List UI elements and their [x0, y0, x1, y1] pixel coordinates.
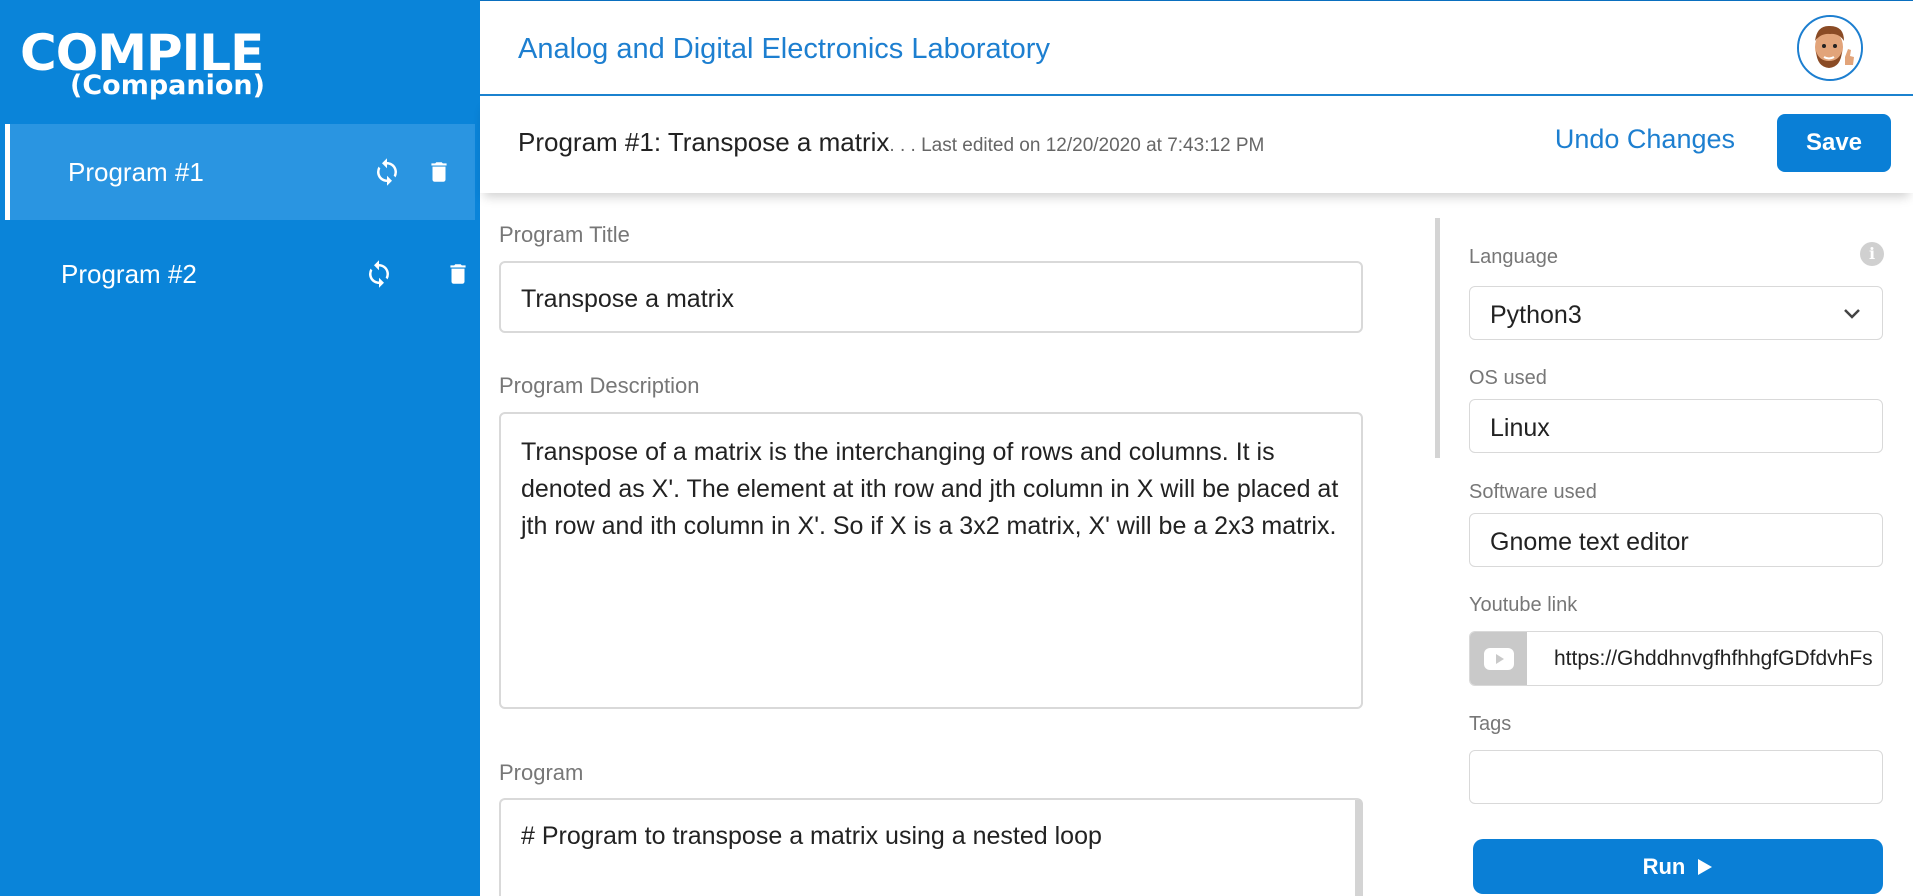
info-icon[interactable]: i — [1860, 242, 1884, 266]
tags-label: Tags — [1469, 713, 1512, 735]
run-button-label: Run — [1642, 853, 1686, 879]
sidebar-item-label: Program #1 — [68, 156, 204, 187]
app-logo: COMPILE (Companion) — [20, 28, 265, 99]
program-title-label: Program Title — [499, 222, 630, 247]
youtube-icon — [1470, 632, 1527, 685]
user-avatar[interactable] — [1797, 15, 1863, 81]
software-used-label: Software used — [1469, 481, 1597, 503]
program-heading: Program #1: Transpose a matrix. . . Last… — [518, 127, 1264, 158]
chevron-down-icon — [1844, 309, 1860, 319]
lab-title: Analog and Digital Electronics Laborator… — [518, 33, 1050, 65]
os-used-input[interactable]: Linux — [1469, 399, 1883, 453]
language-select[interactable]: Python3 — [1469, 286, 1883, 340]
program-toolbar: Program #1: Transpose a matrix. . . Last… — [480, 97, 1913, 193]
youtube-link-input[interactable]: https://GhddhnvgfhfhhgfGDfdvhFs — [1554, 647, 1880, 671]
trash-icon[interactable] — [441, 257, 475, 291]
save-button[interactable]: Save — [1777, 114, 1891, 172]
program-title-input[interactable]: Transpose a matrix — [499, 261, 1363, 333]
language-label: Language — [1469, 246, 1558, 268]
sidebar-item-label: Program #2 — [61, 258, 197, 289]
program-description-textarea[interactable]: Transpose of a matrix is the interchangi… — [499, 412, 1363, 709]
tags-input[interactable] — [1469, 750, 1883, 804]
program-code-editor[interactable]: # Program to transpose a matrix using a … — [499, 798, 1363, 896]
run-button[interactable]: Run — [1473, 839, 1883, 894]
os-used-label: OS used — [1469, 367, 1547, 389]
refresh-icon[interactable] — [362, 257, 396, 291]
trash-icon[interactable] — [422, 155, 456, 189]
logo-sub-text: (Companion) — [70, 70, 265, 101]
program-heading-title: Program #1: Transpose a matrix — [518, 127, 890, 157]
sidebar-item-program-2[interactable]: Program #2 — [0, 226, 470, 322]
last-edited-text: . . . Last edited on 12/20/2020 at 7:43:… — [889, 135, 1265, 156]
refresh-icon[interactable] — [370, 155, 404, 189]
top-header: Analog and Digital Electronics Laborator… — [480, 0, 1913, 96]
panel-divider[interactable] — [1435, 218, 1440, 458]
sidebar: COMPILE (Companion) Program #1 Program #… — [0, 0, 480, 896]
youtube-link-label: Youtube link — [1469, 594, 1578, 616]
play-icon — [1698, 858, 1713, 875]
software-used-input[interactable]: Gnome text editor — [1469, 513, 1883, 567]
youtube-link-field[interactable]: https://GhddhnvgfhfhhgfGDfdvhFs — [1469, 631, 1883, 686]
language-selected-value: Python3 — [1490, 301, 1582, 329]
avatar-face-icon — [1799, 17, 1861, 79]
program-description-label: Program Description — [499, 373, 700, 398]
sidebar-item-program-1[interactable]: Program #1 — [5, 124, 475, 220]
program-code-label: Program — [499, 760, 584, 785]
undo-changes-button[interactable]: Undo Changes — [1555, 124, 1735, 155]
